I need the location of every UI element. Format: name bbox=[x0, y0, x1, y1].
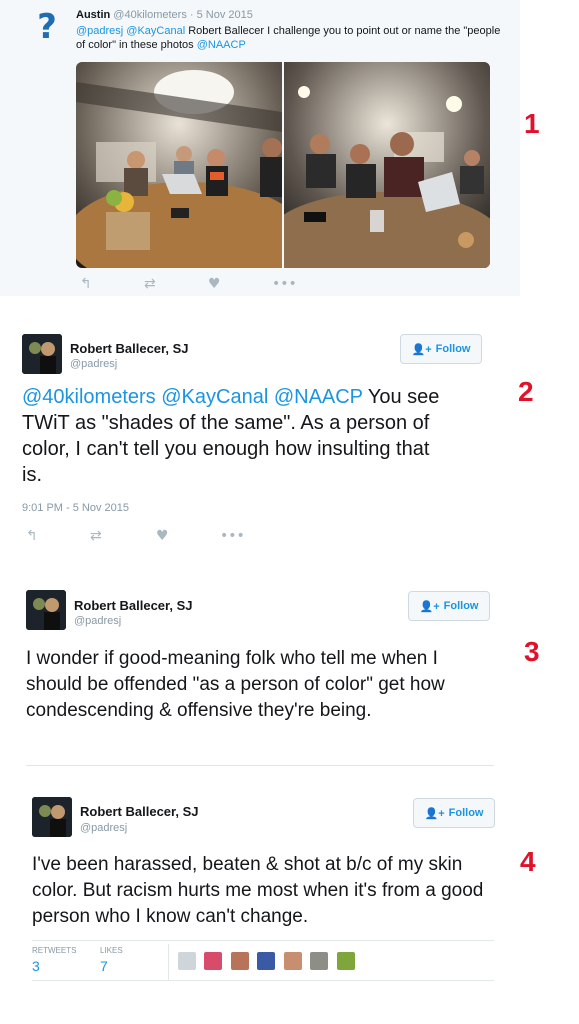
author-name[interactable]: Austin bbox=[76, 9, 110, 21]
tweet-2-text: @40kilometers @KayCanal @NAACP You see T… bbox=[22, 384, 442, 488]
retweet-icon[interactable]: ⇄ bbox=[144, 276, 156, 292]
divider bbox=[168, 944, 169, 980]
tweet-1-text: @padresj @KayCanal Robert Ballecer I cha… bbox=[76, 24, 506, 52]
more-icon[interactable]: ••• bbox=[272, 276, 297, 292]
follow-button[interactable]: 👤+ Follow bbox=[413, 798, 495, 828]
annotation-number-2: 2 bbox=[518, 376, 534, 407]
likes-label[interactable]: LIKES bbox=[100, 946, 123, 955]
mention-links[interactable]: @40kilometers @KayCanal @NAACP bbox=[22, 386, 363, 408]
author-name[interactable]: Robert Ballecer, SJ bbox=[80, 804, 199, 819]
retweets-label[interactable]: RETWEETS bbox=[32, 946, 76, 955]
heart-icon[interactable]: ♥ bbox=[156, 528, 169, 544]
author-handle[interactable]: @padresj bbox=[70, 358, 117, 370]
liker-avatar[interactable] bbox=[230, 952, 249, 970]
author-name[interactable]: Robert Ballecer, SJ bbox=[70, 341, 189, 356]
annotation-number-3: 3 bbox=[524, 636, 540, 667]
retweets-count[interactable]: 3 bbox=[32, 958, 40, 974]
annotation-number-4: 4 bbox=[520, 846, 536, 877]
mention-naacp[interactable]: @NAACP bbox=[197, 39, 246, 51]
likes-count[interactable]: 7 bbox=[100, 958, 108, 974]
retweet-icon[interactable]: ⇄ bbox=[90, 528, 102, 544]
tweet-2: Robert Ballecer, SJ @padresj 👤+ Follow @… bbox=[0, 296, 579, 556]
divider bbox=[32, 940, 494, 941]
heart-icon[interactable]: ♥ bbox=[208, 276, 221, 292]
follow-button[interactable]: 👤+ Follow bbox=[400, 334, 482, 364]
default-avatar-icon[interactable]: ? bbox=[30, 8, 64, 46]
follow-label: Follow bbox=[435, 343, 471, 355]
add-user-icon: 👤+ bbox=[424, 807, 445, 820]
group-photo-image bbox=[284, 62, 490, 268]
avatar-image bbox=[32, 797, 72, 837]
likers-avatars bbox=[178, 952, 359, 975]
follow-label: Follow bbox=[448, 807, 484, 819]
add-user-icon: 👤+ bbox=[419, 600, 440, 613]
liker-avatar[interactable] bbox=[178, 952, 196, 970]
tweet-photo-left[interactable] bbox=[76, 62, 282, 268]
mention-links[interactable]: @padresj @KayCanal bbox=[76, 25, 185, 37]
follow-label: Follow bbox=[443, 600, 479, 612]
divider bbox=[32, 980, 494, 981]
liker-avatar[interactable] bbox=[283, 952, 302, 970]
avatar[interactable] bbox=[26, 590, 66, 630]
reply-icon[interactable]: ↰ bbox=[26, 528, 38, 544]
tweet-3: Robert Ballecer, SJ @padresj 👤+ Follow I… bbox=[0, 580, 579, 770]
liker-avatar[interactable] bbox=[310, 952, 329, 970]
author-handle[interactable]: @padresj bbox=[80, 822, 127, 834]
tweet-4: Robert Ballecer, SJ @padresj 👤+ Follow I… bbox=[0, 780, 579, 1024]
tweet-timestamp[interactable]: 9:01 PM - 5 Nov 2015 bbox=[22, 502, 129, 514]
avatar[interactable] bbox=[22, 334, 62, 374]
author-name[interactable]: Robert Ballecer, SJ bbox=[74, 598, 193, 613]
reply-icon[interactable]: ↰ bbox=[80, 276, 92, 292]
avatar-image bbox=[26, 590, 66, 630]
divider bbox=[26, 765, 494, 766]
follow-button[interactable]: 👤+ Follow bbox=[408, 591, 490, 621]
annotation-number-1: 1 bbox=[524, 108, 540, 139]
author-handle[interactable]: @padresj bbox=[74, 615, 121, 627]
add-user-icon: 👤+ bbox=[411, 343, 432, 356]
tweet-1-header: Austin @40kilometers · 5 Nov 2015 bbox=[76, 9, 253, 21]
tweet-4-text: I've been harassed, beaten & shot at b/c… bbox=[32, 854, 484, 927]
liker-avatar[interactable] bbox=[336, 952, 355, 970]
tweet-3-text: I wonder if good-meaning folk who tell m… bbox=[26, 648, 445, 721]
avatar[interactable] bbox=[32, 797, 72, 837]
tweet-date[interactable]: · 5 Nov 2015 bbox=[190, 9, 253, 21]
liker-avatar[interactable] bbox=[257, 952, 276, 970]
more-icon[interactable]: ••• bbox=[220, 528, 245, 544]
tweet-1: ? Austin @40kilometers · 5 Nov 2015 @pad… bbox=[0, 0, 520, 296]
group-photo-image bbox=[76, 62, 282, 268]
liker-avatar[interactable] bbox=[204, 952, 223, 970]
tweet-photo-right[interactable] bbox=[284, 62, 490, 268]
avatar-image bbox=[22, 334, 62, 374]
author-handle[interactable]: @40kilometers bbox=[113, 9, 187, 21]
